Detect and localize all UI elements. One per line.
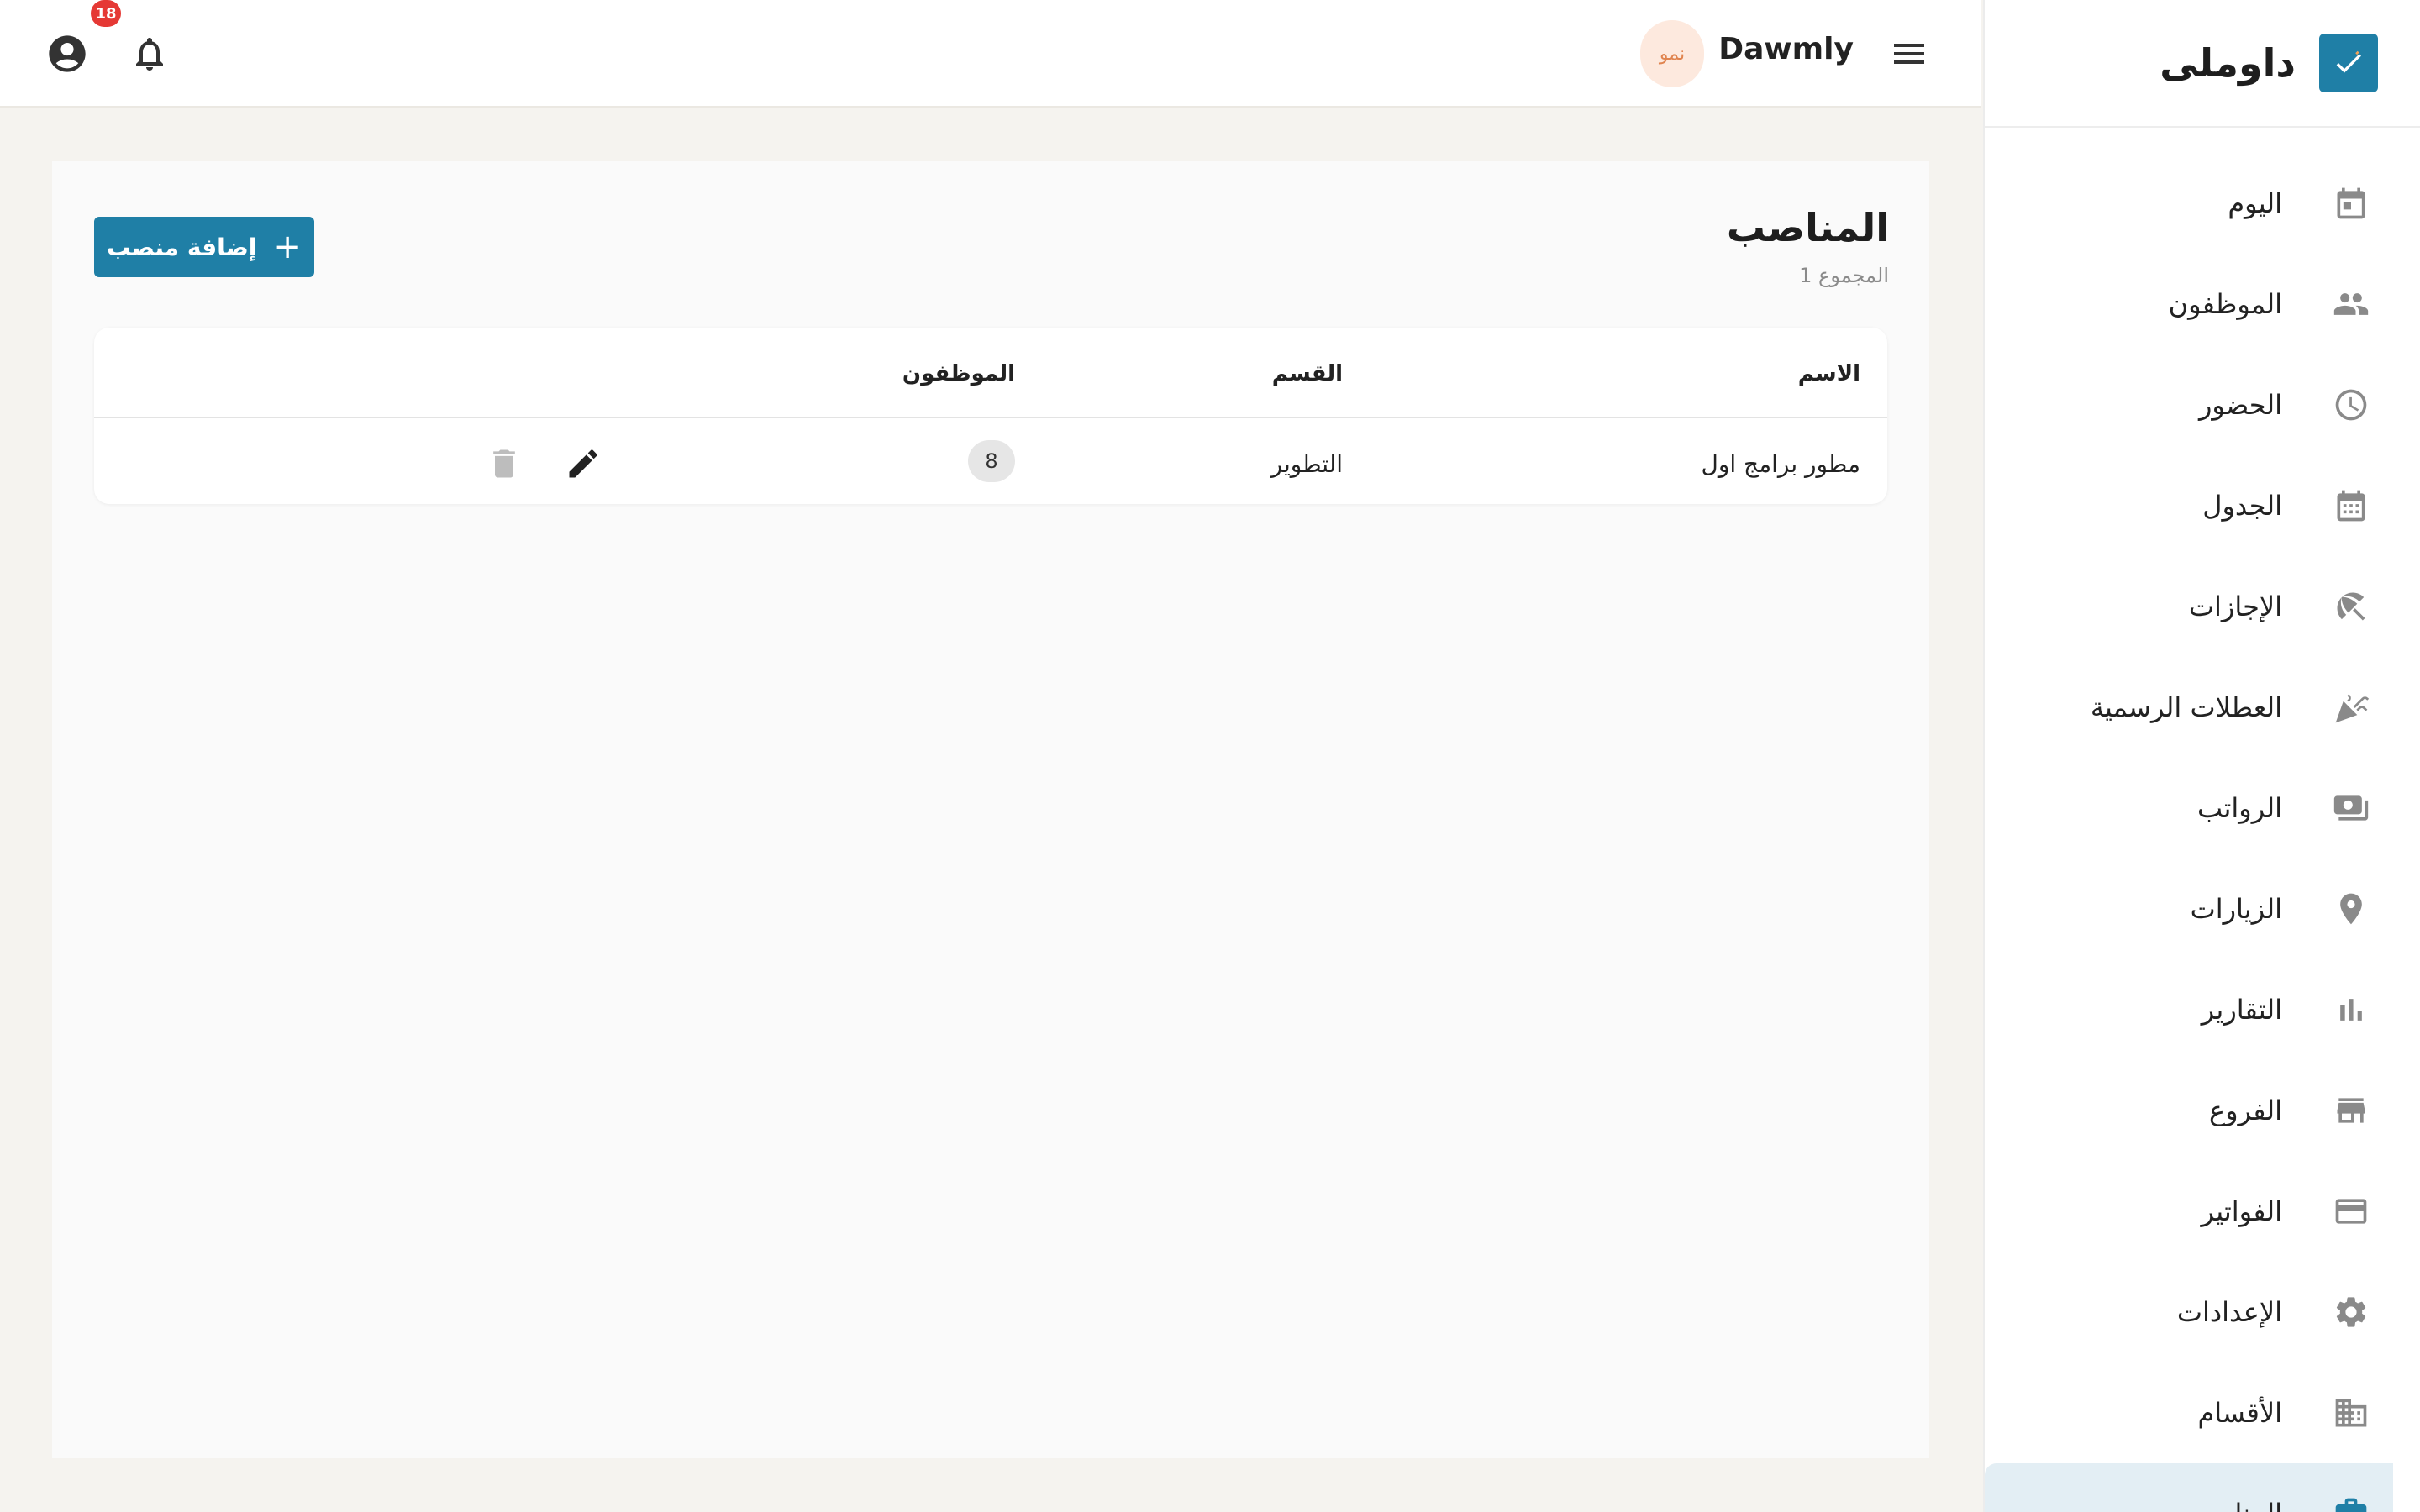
credit-card-icon (2333, 1193, 2370, 1230)
position-department: التطوير (1270, 450, 1343, 478)
account-circle-icon[interactable] (45, 32, 89, 76)
column-header-department[interactable]: القسم (1272, 361, 1343, 386)
sidebar-item-label: الإجازات (2188, 591, 2282, 622)
calendar-today-icon (2333, 185, 2370, 222)
beach-umbrella-icon (2333, 588, 2370, 625)
sidebar-item-invoices[interactable]: الفواتير (1985, 1161, 2420, 1262)
sidebar-item-schedule[interactable]: الجدول (1985, 455, 2420, 556)
sidebar-item-label: الفواتير (2201, 1195, 2282, 1227)
delete-icon[interactable] (486, 445, 523, 482)
calendar-grid-icon (2333, 487, 2370, 524)
sidebar-item-visits[interactable]: الزيارات (1985, 858, 2420, 959)
store-icon (2333, 1092, 2370, 1129)
sidebar-item-holidays[interactable]: العطلات الرسمية (1985, 657, 2420, 758)
brand[interactable]: داوملى (1985, 0, 2420, 128)
sidebar-item-attendance[interactable]: الحضور (1985, 354, 2420, 455)
sidebar-item-departments[interactable]: الأقسام (1985, 1362, 2420, 1463)
sidebar-item-label: التقارير (2201, 994, 2282, 1026)
sidebar-item-label: المناصب (2186, 1498, 2282, 1512)
sidebar-item-positions[interactable]: المناصب (1985, 1463, 2393, 1512)
plus-icon: + (273, 228, 302, 266)
sidebar-nav: اليوم الموظفون الحضور الجدول الإجازات ال… (1985, 128, 2420, 1512)
bar-chart-icon (2333, 991, 2370, 1028)
table-row[interactable]: مطور برامج اول التطوير 8 (94, 420, 1887, 504)
sidebar-item-label: الزيارات (2190, 893, 2282, 925)
sidebar-item-leaves[interactable]: الإجازات (1985, 556, 2420, 657)
positions-table: الاسم القسم الموظفون مطور برامج اول التط… (94, 328, 1887, 504)
column-header-name[interactable]: الاسم (1798, 361, 1860, 386)
add-position-label: إضافة منصب (107, 233, 257, 261)
settings-gear-icon (2333, 1294, 2370, 1331)
app-root: داوملى اليوم الموظفون الحضور الجدول الإج… (0, 0, 2420, 1512)
sidebar-item-today[interactable]: اليوم (1985, 153, 2420, 254)
sidebar-item-label: الإعدادات (2176, 1296, 2282, 1328)
edit-icon[interactable] (565, 445, 602, 482)
sidebar-item-label: اليوم (2228, 187, 2282, 219)
sidebar: داوملى اليوم الموظفون الحضور الجدول الإج… (1983, 0, 2420, 1512)
sidebar-item-label: الحضور (2198, 389, 2282, 421)
sidebar-item-reports[interactable]: التقارير (1985, 959, 2420, 1060)
location-pin-icon (2333, 890, 2370, 927)
check-icon (2319, 34, 2378, 92)
top-bar: Dawmly نمو 18 (0, 0, 1981, 108)
sidebar-item-label: الموظفون (2168, 288, 2282, 320)
sidebar-item-employees[interactable]: الموظفون (1985, 254, 2420, 354)
sidebar-item-label: الجدول (2202, 490, 2282, 522)
sidebar-item-payroll[interactable]: الرواتب (1985, 758, 2420, 858)
clock-icon (2333, 386, 2370, 423)
sidebar-item-label: الفروع (2208, 1095, 2282, 1126)
notification-count-badge: 18 (91, 0, 121, 27)
add-position-button[interactable]: إضافة منصب + (94, 217, 314, 277)
building-icon (2333, 1394, 2370, 1431)
table-header: الاسم القسم الموظفون (94, 328, 1887, 418)
employee-count-chip: 8 (968, 440, 1015, 482)
main-content: المناصب 1 المجموع إضافة منصب + الاسم الق… (52, 161, 1929, 1458)
notification-bell-icon[interactable] (129, 34, 170, 74)
sidebar-item-label: الأقسام (2197, 1397, 2282, 1429)
payments-icon (2333, 790, 2370, 827)
sidebar-item-settings[interactable]: الإعدادات (1985, 1262, 2420, 1362)
celebration-icon (2333, 689, 2370, 726)
total-count: 1 المجموع (1799, 264, 1889, 287)
briefcase-icon (2333, 1495, 2370, 1512)
sidebar-item-branches[interactable]: الفروع (1985, 1060, 2420, 1161)
organization-avatar[interactable]: نمو (1640, 20, 1704, 87)
menu-icon[interactable] (1889, 34, 1929, 74)
brand-name: داوملى (2160, 40, 2296, 86)
organization-name: Dawmly (1718, 32, 1854, 66)
page-title: المناصب (1726, 205, 1889, 250)
people-icon (2333, 286, 2370, 323)
sidebar-item-label: الرواتب (2197, 792, 2282, 824)
sidebar-item-label: العطلات الرسمية (2090, 691, 2282, 723)
column-header-employees[interactable]: الموظفون (902, 361, 1015, 386)
position-name: مطور برامج اول (1701, 450, 1861, 478)
